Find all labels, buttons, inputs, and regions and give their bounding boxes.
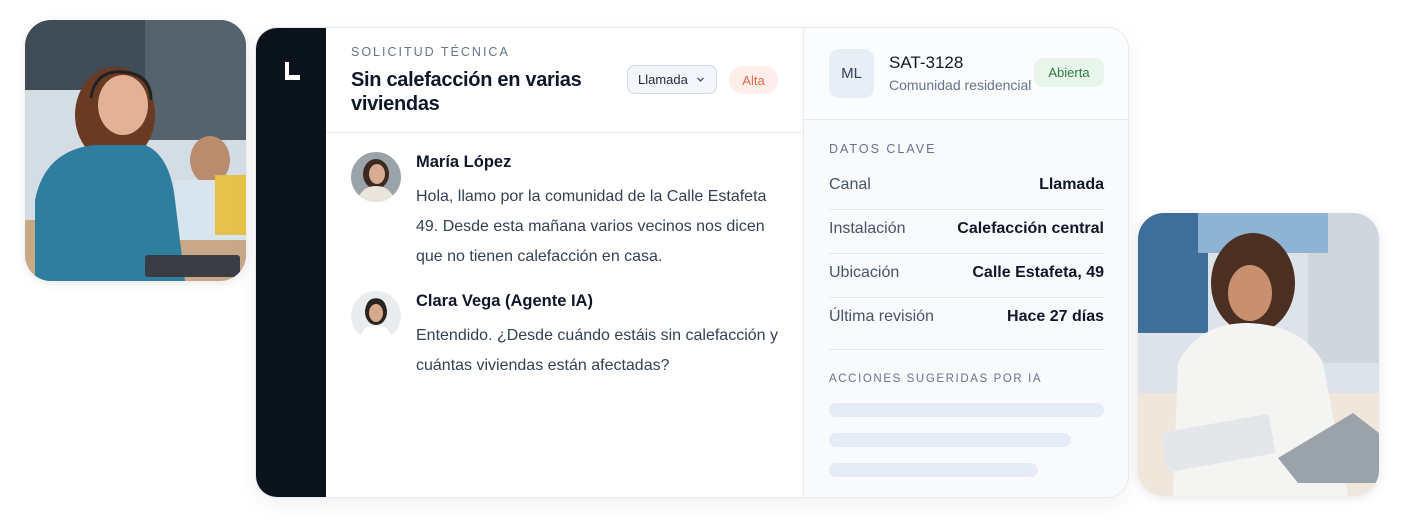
key-data-key: Ubicación bbox=[829, 264, 900, 281]
key-data-key: Instalación bbox=[829, 220, 906, 237]
suggested-action-placeholder bbox=[829, 463, 1038, 477]
channel-select[interactable]: Llamada bbox=[627, 65, 717, 94]
status-badge: Abierta bbox=[1034, 58, 1104, 87]
request-kicker: SOLICITUD TÉCNICA bbox=[351, 45, 510, 59]
key-data-row: Ubicación Calle Estafeta, 49 bbox=[829, 254, 1104, 298]
request-header: SOLICITUD TÉCNICA Sin calefacción en var… bbox=[326, 28, 803, 133]
message-author: Clara Vega (Agente IA) bbox=[416, 292, 593, 310]
suggested-actions-label: ACCIONES SUGERIDAS POR IA bbox=[829, 373, 1043, 385]
message-author: María López bbox=[416, 153, 512, 171]
key-data-row: Última revisión Hace 27 días bbox=[829, 298, 1104, 350]
key-data-row: Instalación Calefacción central bbox=[829, 210, 1104, 254]
key-data-row: Canal Llamada bbox=[829, 166, 1104, 210]
key-data-key: Canal bbox=[829, 176, 871, 193]
avatar bbox=[351, 291, 401, 341]
channel-select-value: Llamada bbox=[638, 72, 688, 87]
suggested-action-placeholder bbox=[829, 433, 1071, 447]
message-text: Hola, llamo por la comunidad de la Calle… bbox=[416, 188, 767, 265]
suggested-action-placeholder bbox=[829, 403, 1104, 417]
details-panel: ML SAT-3128 Comunidad residencial Abiert… bbox=[803, 28, 1128, 497]
message-text: Entendido. ¿Desde cuándo estáis sin cale… bbox=[416, 327, 778, 374]
page-title: Sin calefacción en varias viviendas bbox=[351, 69, 582, 115]
avatar: ML bbox=[829, 49, 874, 98]
app-rail bbox=[256, 28, 326, 497]
priority-badge: Alta bbox=[729, 66, 778, 94]
key-data-value: Calle Estafeta, 49 bbox=[972, 264, 1104, 281]
agent-photo bbox=[25, 20, 246, 281]
key-data-label: DATOS CLAVE bbox=[829, 142, 937, 156]
conversation-panel: SOLICITUD TÉCNICA Sin calefacción en var… bbox=[326, 28, 803, 497]
key-data-value: Llamada bbox=[1039, 176, 1104, 193]
brand-logo-icon bbox=[285, 62, 300, 80]
key-data-key: Última revisión bbox=[829, 308, 934, 325]
ticket-subtitle: Comunidad residencial bbox=[889, 77, 1032, 93]
technician-photo bbox=[1138, 213, 1379, 496]
key-data-value: Hace 27 días bbox=[1007, 308, 1104, 325]
ticket-id: SAT-3128 bbox=[889, 53, 964, 72]
key-data-value: Calefacción central bbox=[957, 220, 1104, 237]
ticket-header: ML SAT-3128 Comunidad residencial Abiert… bbox=[804, 28, 1128, 120]
chevron-down-icon bbox=[697, 77, 704, 82]
ticket-card: SOLICITUD TÉCNICA Sin calefacción en var… bbox=[255, 27, 1129, 498]
avatar bbox=[351, 152, 401, 202]
